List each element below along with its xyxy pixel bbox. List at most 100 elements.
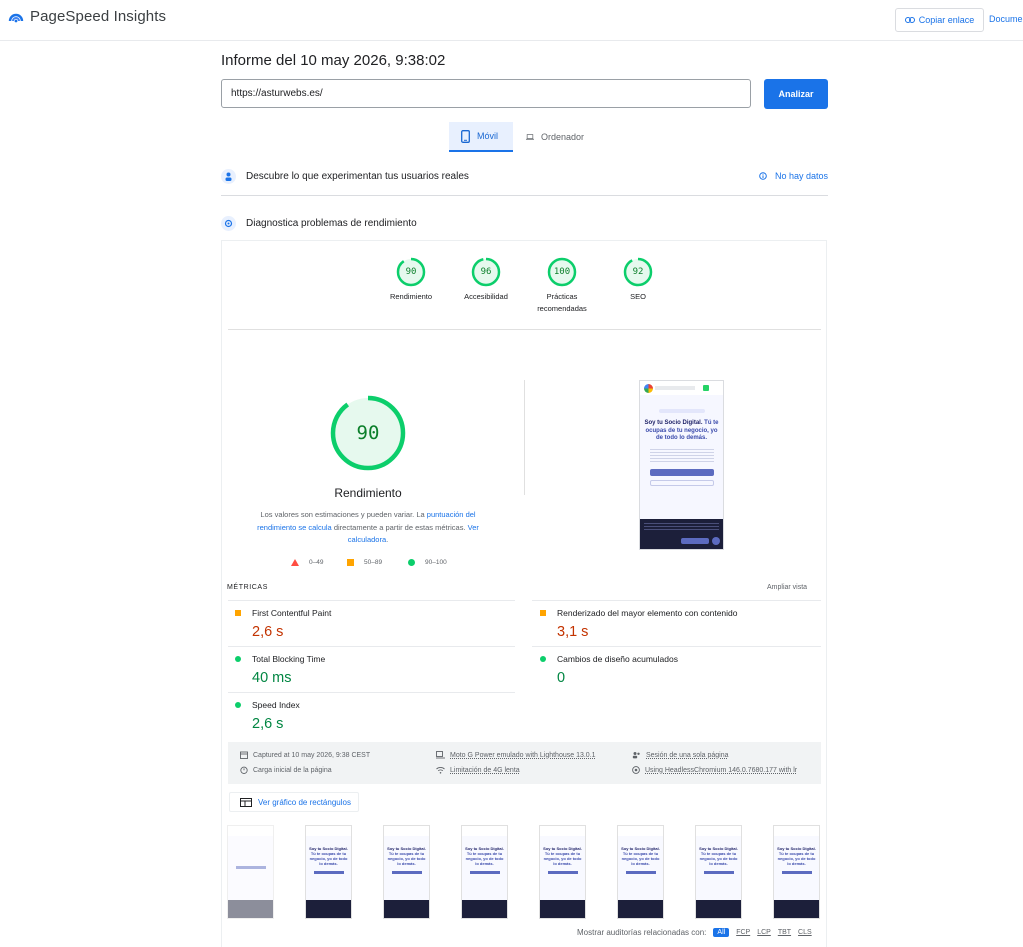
docs-link[interactable]: Docume [989,14,1023,24]
no-data-link[interactable]: No hay datos [759,171,828,181]
metric-name: Cambios de diseño acumulados [557,654,678,664]
filmstrip-frame [227,825,274,919]
screenshot-heading: Soy tu Socio Digital. Tú te ocupas de tu… [640,420,723,443]
legend-average: 50–89 [347,559,382,566]
cookie-text [644,523,719,531]
brand-name: PageSpeed Insights [30,8,167,25]
card-divider [228,329,821,330]
copy-link-button[interactable]: Copiar enlace [895,8,984,32]
score-label: Prácticas recomendadas [537,292,587,313]
score-seo[interactable]: 92 SEO [598,257,678,303]
env-text: Sesión de una sola página [646,751,729,759]
env-initial-load: Carga inicial de la página [240,766,332,774]
metric-cls: Cambios de diseño acumulados 0 [537,654,807,694]
tab-mobile[interactable]: Móvil [449,122,513,152]
lab-data-label: Diagnostica problemas de rendimiento [246,217,417,229]
metric-fcp: First Contentful Paint 2,6 s [232,608,502,648]
filmstrip-frame: Soy tu Socio Digital. Tú te ocupas de tu… [383,825,430,919]
average-square-icon [235,610,241,616]
tab-desktop[interactable]: Ordenador [514,122,596,152]
score-value: 100 [553,267,571,277]
filter-chip-cls[interactable]: CLS [798,929,812,936]
screenshot-header [640,381,723,395]
env-text: Captured at 10 may 2026, 9:38 CEST [253,751,371,759]
copy-link-label: Copiar enlace [918,15,975,25]
site-logo-icon [644,384,653,393]
tab-mobile-label: Móvil [477,131,499,141]
filmstrip-frame: Soy tu Socio Digital. Tú te ocupas de tu… [461,825,508,919]
final-screenshot[interactable]: Soy tu Socio Digital. Tú te ocupas de tu… [639,380,724,550]
expand-view-toggle[interactable]: Ampliar vista [767,584,807,591]
performance-score: 90 [356,422,380,444]
filter-chip-all[interactable]: All [713,928,730,937]
average-square-icon [540,610,546,616]
env-throttling[interactable]: Limitación de 4G lenta [436,766,520,774]
lab-data-section: Diagnostica problemas de rendimiento [221,214,828,232]
screenshot-secondary-cta [649,479,714,486]
triangle-icon [291,559,299,566]
filter-chip-fcp[interactable]: FCP [736,929,750,936]
score-accessibility[interactable]: 96 Accesibilidad [446,257,526,303]
screenshot-cta [649,468,714,476]
performance-description: Los valores son estimaciones y pueden va… [252,509,484,547]
no-data-label: No hay datos [774,171,828,181]
env-captured: Captured at 10 may 2026, 9:38 CEST [240,751,370,759]
runtime-settings [228,742,821,784]
env-text: Carga inicial de la página [253,766,332,774]
devices-icon [436,751,445,759]
score-value: 92 [632,267,644,277]
score-label: SEO [630,292,646,301]
filmstrip-frame: Soy tu Socio Digital. Tú te ocupas de tu… [617,825,664,919]
env-text: Using HeadlessChromium 146.0.7680.177 wi… [645,766,798,774]
env-browser[interactable]: Using HeadlessChromium 146.0.7680.177 wi… [632,766,797,774]
metric-name: Total Blocking Time [252,654,326,664]
metric-name: Renderizado del mayor elemento con conte… [557,608,738,618]
laptop-icon [526,134,534,140]
filmstrip-frame: Soy tu Socio Digital. Tú te ocupas de tu… [305,825,352,919]
site-name-bar [655,386,695,390]
env-session[interactable]: Sesión de una sola página [632,751,729,759]
score-performance[interactable]: 90 Rendimiento [371,257,451,303]
top-bar: PageSpeed Insights Copiar enlace Docume [0,0,1023,41]
score-best-practices[interactable]: 100 Prácticas recomendadas [522,257,602,315]
wifi-icon [436,767,445,774]
people-icon [632,752,640,759]
metric-value: 2,6 s [252,716,284,732]
url-input[interactable] [221,79,751,108]
pass-circle-icon [235,656,241,662]
legend-label: 90–100 [425,559,447,566]
audit-filter-label: Mostrar auditorías relacionadas con: [577,928,707,937]
whatsapp-icon [703,385,709,391]
divider [221,195,828,196]
legend-pass: 90–100 [408,559,447,566]
tab-desktop-label: Ordenador [540,132,584,142]
metric-tbt: Total Blocking Time 40 ms [232,654,502,694]
desc-text: . [386,535,389,544]
score-value: 90 [405,267,417,277]
metric-value: 40 ms [252,670,292,686]
metric-value: 2,6 s [252,624,284,640]
pass-circle-icon [235,702,241,708]
score-label: Accesibilidad [464,292,508,301]
metric-name: Speed Index [252,700,300,710]
screenshot-cookie-banner [640,519,723,549]
screenshot-heading-line1: Soy tu Socio Digital. [644,420,703,426]
chat-icon [712,537,720,545]
brand[interactable]: PageSpeed Insights [8,8,166,25]
env-device[interactable]: Moto G Power emulado with Lighthouse 13.… [436,751,596,759]
pagespeed-logo-icon [8,13,24,22]
filter-chip-lcp[interactable]: LCP [757,929,771,936]
score-label: Rendimiento [389,292,433,301]
metric-divider [228,692,515,693]
filter-chip-tbt[interactable]: TBT [778,929,791,936]
metric-divider [228,646,515,647]
treemap-icon [240,797,252,807]
field-data-label: Descubre lo que experimentan tus usuario… [246,170,469,182]
field-data-section: Descubre lo que experimentan tus usuario… [221,167,828,185]
treemap-button[interactable]: Ver gráfico de rectángulos [229,792,359,812]
square-icon [347,559,354,566]
analyze-button[interactable]: Analizar [764,79,828,109]
score-value: 96 [480,267,492,277]
performance-title: Rendimiento [334,486,402,500]
diagnostics-icon [221,215,236,231]
